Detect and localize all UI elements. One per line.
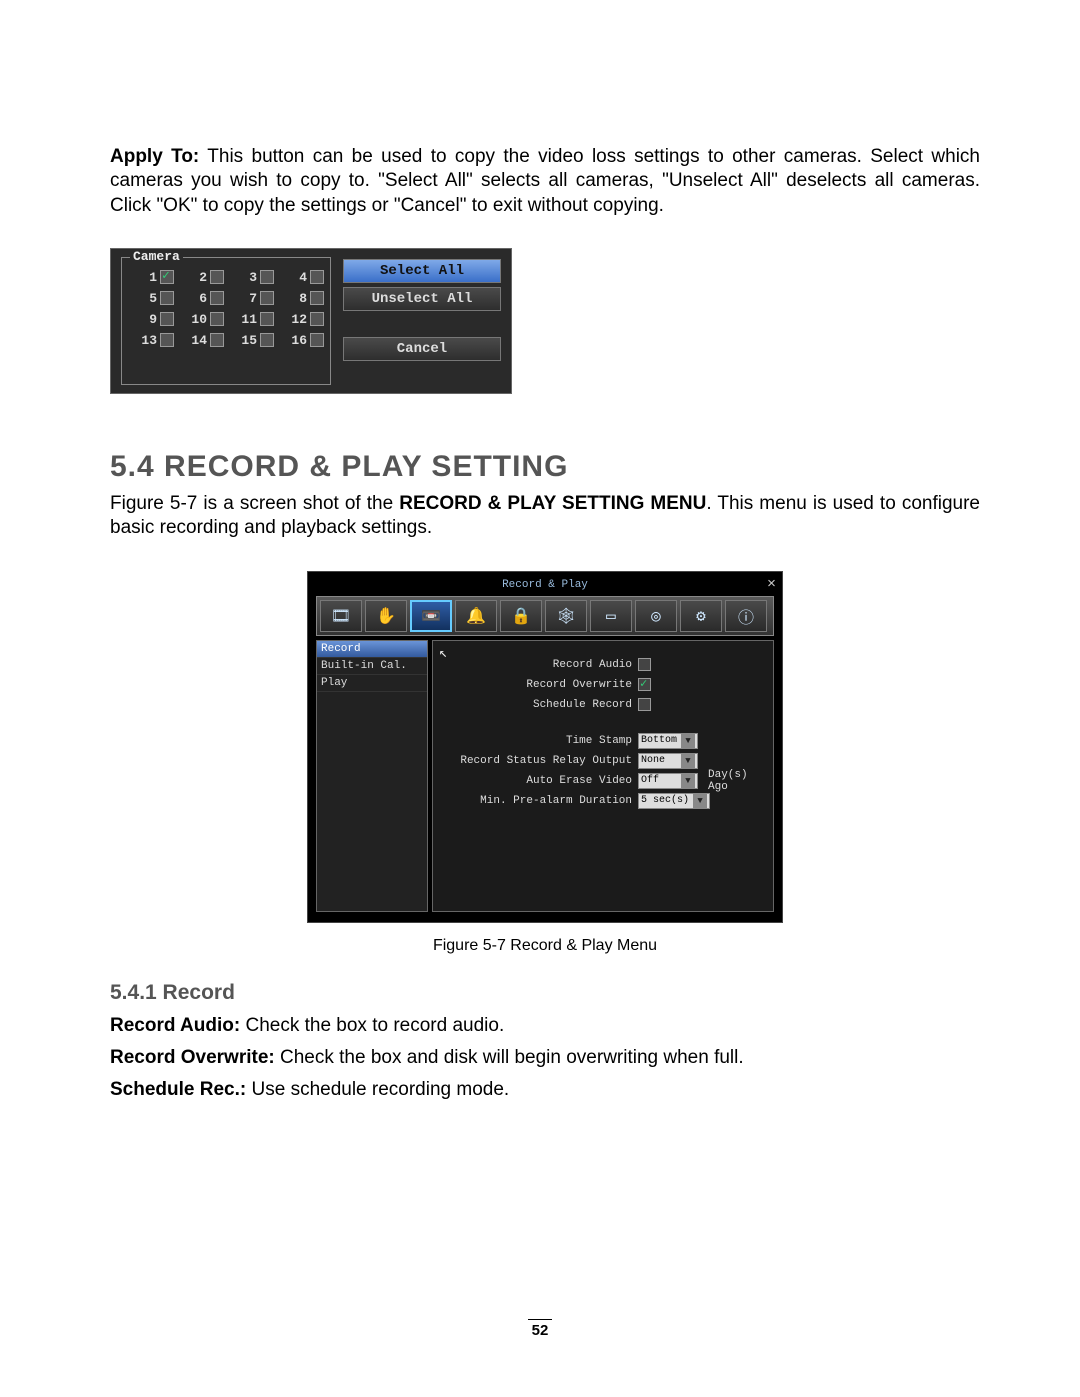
subsection-heading: 5.4.1 Record [110,981,980,1005]
figure-caption: Figure 5-7 Record & Play Menu [307,937,783,955]
camera-checkbox-11[interactable]: 11 [228,312,274,327]
status-relay-select[interactable]: None▼ [638,753,698,769]
camera-checkbox-13[interactable]: 13 [128,333,174,348]
select-all-button[interactable]: Select All [343,259,501,283]
info-icon[interactable]: ⓘ [725,600,767,632]
schedule-record-checkbox[interactable] [638,698,651,711]
cancel-button[interactable]: Cancel [343,337,501,361]
toolbar: 🎞✋📼🔔🔒🕸▭◎⚙ⓘ [316,596,774,636]
camera-checkbox-15[interactable]: 15 [228,333,274,348]
settings-pane: ↖ Record Audio Record Overwrite Schedule… [432,640,774,912]
time-stamp-label: Time Stamp [443,735,638,747]
camera-checkbox-4[interactable]: 4 [278,270,324,285]
window-title: Record & Play [502,579,588,591]
record-audio-checkbox[interactable] [638,658,651,671]
camera-checkbox-1[interactable]: 1 [128,270,174,285]
camera-checkbox-2[interactable]: 2 [178,270,224,285]
cam-icon[interactable]: 📼 [410,600,452,632]
camera-legend: Camera [130,249,183,264]
side-item-built-in-cal-[interactable]: Built-in Cal. [317,658,427,675]
side-item-record[interactable]: Record [317,641,427,658]
camera-checkbox-12[interactable]: 12 [278,312,324,327]
chevron-down-icon: ▼ [681,734,695,748]
auto-erase-select[interactable]: Off▼ [638,773,698,789]
cursor-icon: ↖ [439,645,447,662]
camera-checkbox-8[interactable]: 8 [278,291,324,306]
apply-to-text: This button can be used to copy the vide… [110,146,980,216]
chevron-down-icon: ▼ [681,754,695,768]
net-icon[interactable]: 🕸 [545,600,587,632]
disp-icon[interactable]: ▭ [590,600,632,632]
side-menu: RecordBuilt-in Cal.Play [316,640,428,912]
pre-alarm-select[interactable]: 5 sec(s)▼ [638,793,710,809]
clip-icon[interactable]: 🎞 [320,600,362,632]
record-audio-label: Record Audio [443,659,638,671]
record-play-window: Record & Play × 🎞✋📼🔔🔒🕸▭◎⚙ⓘ RecordBuilt-i… [307,571,783,923]
apply-to-label: Apply To: [110,146,199,167]
camera-checkbox-14[interactable]: 14 [178,333,224,348]
record-overwrite-item: Record Overwrite: Check the box and disk… [110,1047,980,1069]
side-item-play[interactable]: Play [317,675,427,692]
section-heading: 5.4 RECORD & PLAY SETTING [110,450,980,484]
camera-checkbox-6[interactable]: 6 [178,291,224,306]
page-number: 52 [0,1319,1080,1339]
camera-checkbox-7[interactable]: 7 [228,291,274,306]
camera-checkbox-10[interactable]: 10 [178,312,224,327]
hand-icon[interactable]: ✋ [365,600,407,632]
camera-panel: Camera 12345678910111213141516 Select Al… [110,248,512,394]
camera-checkbox-9[interactable]: 9 [128,312,174,327]
record-audio-item: Record Audio: Check the box to record au… [110,1015,980,1037]
pre-alarm-label: Min. Pre-alarm Duration [443,795,638,807]
close-icon[interactable]: × [767,576,776,593]
apply-to-paragraph: Apply To: This button can be used to cop… [110,145,980,218]
camera-checkbox-5[interactable]: 5 [128,291,174,306]
auto-erase-suffix: Day(s) Ago [708,769,763,793]
schedule-record-label: Schedule Record [443,699,638,711]
record-overwrite-label: Record Overwrite [443,679,638,691]
disk-icon[interactable]: ◎ [635,600,677,632]
camera-checkbox-3[interactable]: 3 [228,270,274,285]
time-stamp-select[interactable]: Bottom▼ [638,733,698,749]
schedule-rec-item: Schedule Rec.: Use schedule recording mo… [110,1079,980,1101]
section-paragraph: Figure 5-7 is a screen shot of the RECOR… [110,492,980,541]
lock-icon[interactable]: 🔒 [500,600,542,632]
chevron-down-icon: ▼ [681,774,695,788]
unselect-all-button[interactable]: Unselect All [343,287,501,311]
bell-icon[interactable]: 🔔 [455,600,497,632]
gear-icon[interactable]: ⚙ [680,600,722,632]
camera-fieldset: Camera 12345678910111213141516 [121,257,331,385]
auto-erase-label: Auto Erase Video [443,775,638,787]
status-relay-label: Record Status Relay Output [443,755,638,767]
camera-checkbox-16[interactable]: 16 [278,333,324,348]
chevron-down-icon: ▼ [693,794,707,808]
record-overwrite-checkbox[interactable] [638,678,651,691]
